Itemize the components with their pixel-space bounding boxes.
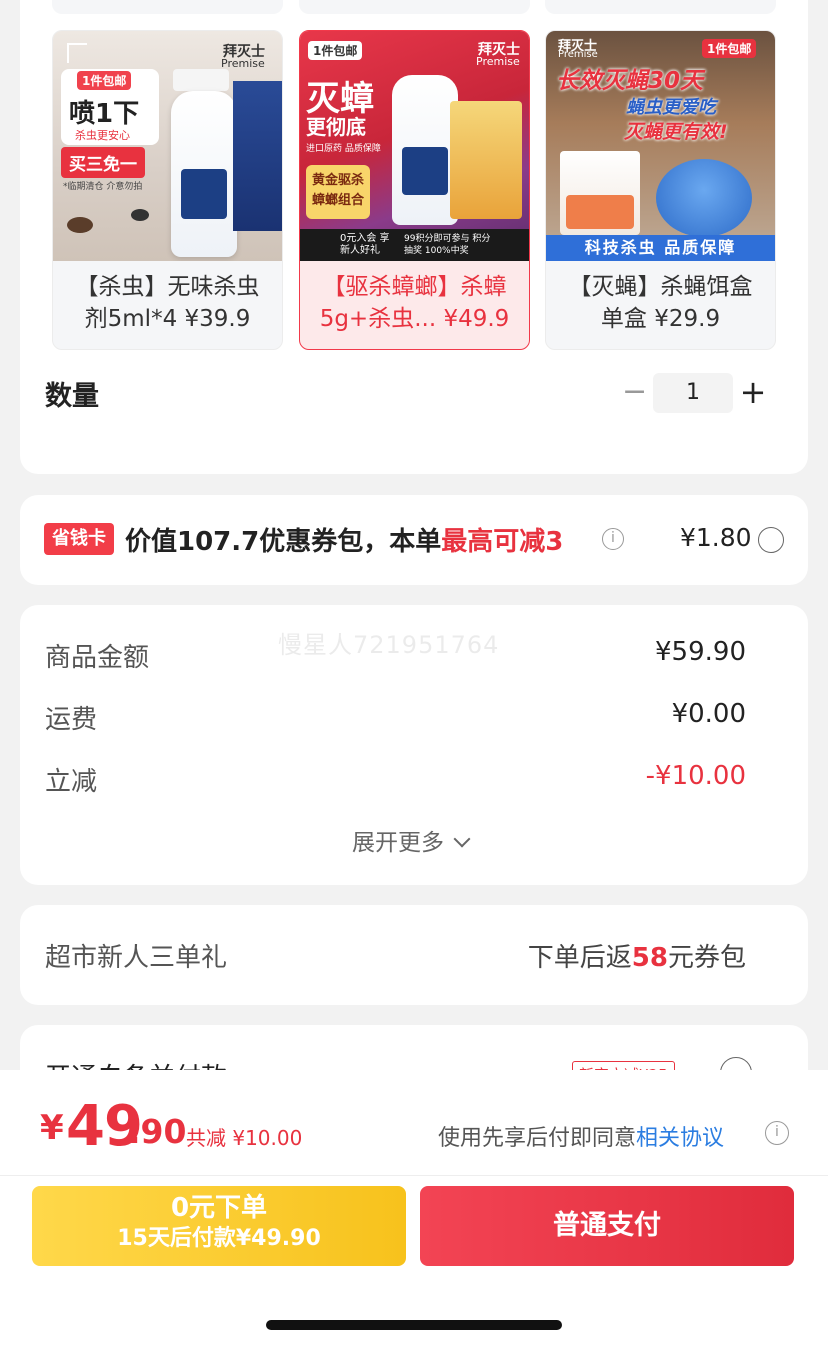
new-user-gift-value: 下单后返58元券包 [528, 937, 746, 974]
savings-card-tag: 省钱卡 [44, 523, 114, 555]
promo-banner: 买三免一 [61, 147, 145, 178]
gift-prefix: 下单后返 [527, 943, 632, 973]
ant-icon [131, 209, 149, 221]
footer-points: 99积分即可参与 积分抽奖 100%中奖 [404, 234, 491, 256]
box-label [566, 195, 634, 229]
promo-sub: 蝇虫更爱吃 [626, 97, 716, 118]
product-name: 【杀虫】无味杀虫 [75, 274, 260, 300]
product-name-price: 5g+杀虫... ¥49.9 [319, 306, 510, 332]
promo-sub: 灭蝇更有效! [624, 121, 728, 143]
promo-line: 进口原药 品质保障 [306, 144, 381, 154]
discount-value: -¥10.00 [645, 761, 746, 791]
product-option-fly[interactable]: 拜灭士 Premise 1件包邮 长效灭蝇30天 蝇虫更爱吃 灭蝇更有效! 科技… [545, 30, 776, 350]
shipping-label: 运费 [45, 705, 98, 735]
checkout-bar: ¥ 49 .90 共减 ¥10.00 使用先享后付即同意相关协议 i 0元下单 … [0, 1070, 828, 1346]
price-summary-card: 慢星人721951764 商品金额 ¥59.90 运费 ¥0.00 立减 -¥1… [20, 605, 808, 885]
product-option-cockroach[interactable]: 1件包邮 拜灭士 Premise 灭蟑 更彻底 进口原药 品质保障 黄金驱杀蟑螂… [299, 30, 530, 350]
product-stub [545, 0, 776, 14]
product-option-insecticide[interactable]: 拜灭士 Premise 1件包邮 喷1下 杀虫更安心 买三免一 *临期清仓 介意… [52, 30, 283, 350]
watermark: 慢星人721951764 [278, 631, 500, 659]
product-name-price: 单盒 ¥29.9 [600, 306, 721, 332]
gel-box [450, 101, 522, 219]
coupon-highlight: 最高可减3 [441, 527, 564, 557]
product-box [233, 81, 282, 231]
promo-sub: 更彻底 [306, 115, 366, 139]
divider [0, 1175, 828, 1176]
product-card: 拜灭士 Premise 1件包邮 喷1下 杀虫更安心 买三免一 *临期清仓 介意… [20, 0, 808, 474]
spray-bottle [171, 91, 237, 257]
spray-head [173, 69, 229, 91]
normal-pay-button[interactable]: 普通支付 [420, 1186, 794, 1266]
coupon-radio[interactable] [758, 527, 784, 553]
promo-footer: 科技杀虫 品质保障 [546, 235, 775, 261]
shipping-tag: 1件包邮 [702, 39, 757, 58]
product-image: 1件包邮 拜灭士 Premise 灭蟑 更彻底 进口原药 品质保障 黄金驱杀蟑螂… [300, 31, 529, 261]
expand-more-label: 展开更多 [352, 830, 444, 856]
product-name-price: 剂5ml*4 ¥39.9 [84, 306, 251, 332]
product-caption: 【杀虫】无味杀虫 剂5ml*4 ¥39.9 [53, 261, 282, 349]
coupon-description: 价值107.7优惠券包，本单最高可减3 [125, 521, 563, 558]
subtotal-label: 商品金额 [45, 643, 150, 673]
promo-footer: 0元入会 享新人好礼 99积分即可参与 积分抽奖 100%中奖 [300, 229, 529, 261]
home-indicator [266, 1320, 562, 1330]
product-image: 拜灭士 Premise 1件包邮 喷1下 杀虫更安心 买三免一 *临期清仓 介意… [53, 31, 282, 261]
expand-more-button[interactable]: 展开更多 [352, 823, 471, 857]
subtotal-value: ¥59.90 [655, 637, 746, 667]
coupon-text: 价值107.7优惠券包，本单 [125, 527, 442, 557]
gift-amount: 58 [631, 943, 668, 973]
bottle-label [181, 169, 227, 219]
product-image: 拜灭士 Premise 1件包邮 长效灭蝇30天 蝇虫更爱吃 灭蝇更有效! 科技… [546, 31, 775, 261]
agreement-text: 使用先享后付即同意相关协议 [438, 1120, 724, 1152]
discount-label: 立减 [45, 767, 98, 797]
chevron-down-icon [453, 830, 471, 848]
promo-sub: 杀虫更安心 [75, 129, 130, 142]
total-saved: 共减 ¥10.00 [186, 1126, 303, 1150]
promo-note: *临期清仓 介意勿拍 [63, 182, 143, 192]
bait-dome [656, 159, 752, 237]
spray-bottle [392, 75, 458, 225]
shipping-value: ¥0.00 [671, 699, 746, 729]
pay-later-sublabel: 15天后付款¥49.90 [117, 1226, 321, 1251]
promo-box: 1件包邮 喷1下 杀虫更安心 [61, 69, 159, 145]
total-price-decimal: .90 [128, 1112, 187, 1151]
quantity-minus-button[interactable]: − [622, 373, 647, 413]
info-icon[interactable]: i [602, 528, 624, 550]
product-name: 【灭蝇】杀蝇饵盒 [568, 274, 753, 300]
product-caption: 【驱杀蟑螂】杀蟑 5g+杀虫... ¥49.9 [300, 261, 529, 349]
total-currency: ¥ [40, 1108, 64, 1148]
cockroach-icon [67, 217, 93, 233]
coupon-card[interactable]: 省钱卡 价值107.7优惠券包，本单最高可减3 i ¥1.80 [20, 495, 808, 585]
coupon-price: ¥1.80 [680, 523, 752, 552]
quantity-input[interactable]: 1 [653, 373, 733, 413]
promo-headline: 喷1下 [69, 99, 140, 129]
brand-logo-en: Premise [476, 55, 520, 68]
product-stub [299, 0, 530, 14]
product-box [560, 151, 640, 235]
promo-headline: 长效灭蝇30天 [556, 68, 704, 94]
shipping-tag: 1件包邮 [308, 41, 363, 60]
brand-logo-en: Premise [558, 49, 598, 60]
product-stub [52, 0, 283, 14]
shipping-tag: 1件包邮 [77, 71, 132, 90]
product-name: 【驱杀蟑螂】杀蟑 [322, 274, 507, 300]
new-user-gift-card[interactable]: 超市新人三单礼 下单后返58元券包 [20, 905, 808, 1005]
agreement-prefix: 使用先享后付即同意 [438, 1126, 637, 1151]
gift-suffix: 元券包 [667, 943, 746, 973]
product-caption: 【灭蝇】杀蝇饵盒 单盒 ¥29.9 [546, 261, 775, 349]
new-user-gift-label: 超市新人三单礼 [45, 943, 228, 973]
pay-later-button[interactable]: 0元下单 15天后付款¥49.90 [32, 1186, 406, 1266]
quantity-label: 数量 [45, 381, 99, 412]
bottle-label [402, 147, 448, 195]
footer-member: 0元入会 享新人好礼 [340, 233, 390, 256]
pay-later-label: 0元下单 [170, 1193, 268, 1223]
brand-logo-en: Premise [221, 57, 265, 70]
expand-icon[interactable] [67, 43, 87, 63]
quantity-plus-button[interactable]: + [738, 373, 768, 413]
promo-badge: 黄金驱杀蟑螂组合 [306, 165, 370, 219]
agreement-link[interactable]: 相关协议 [636, 1126, 724, 1151]
info-icon[interactable]: i [765, 1121, 789, 1145]
